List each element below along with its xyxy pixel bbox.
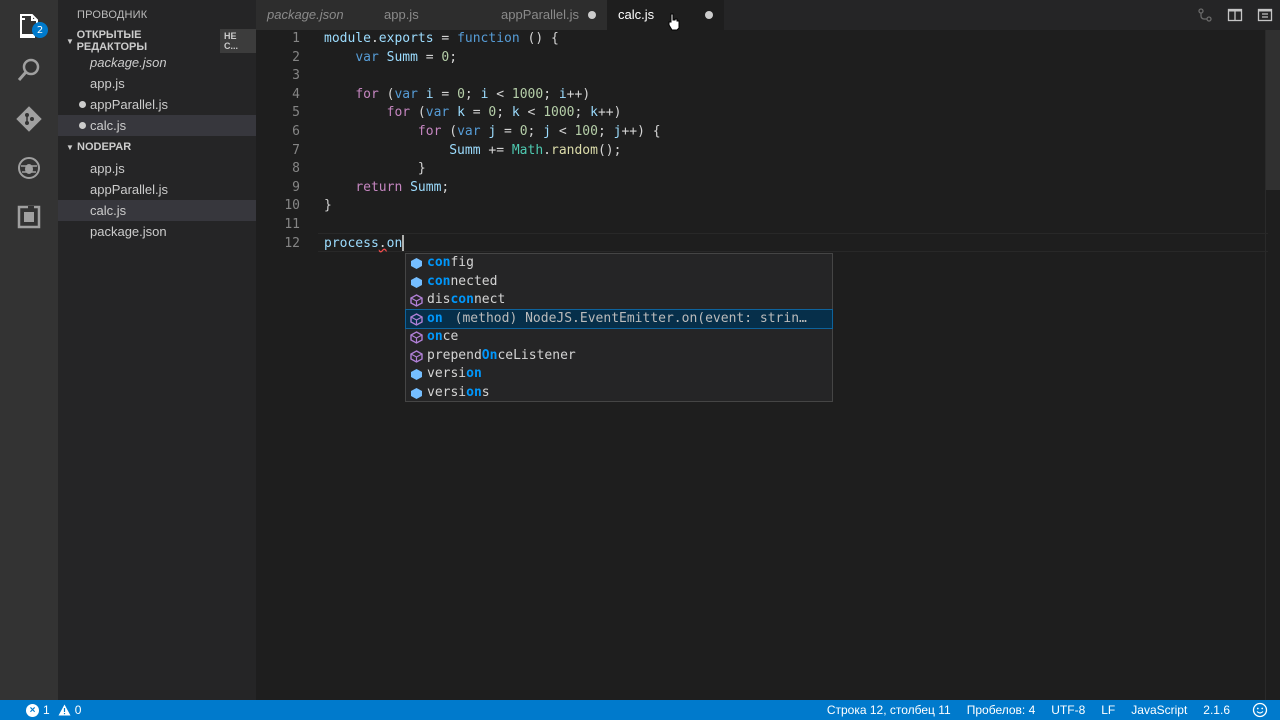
tab-label: package.json — [267, 7, 344, 22]
tab-label: app.js — [384, 7, 419, 22]
text-caret — [402, 235, 405, 252]
suggestion-item[interactable]: version — [406, 365, 832, 384]
tree-item-appparallel-js[interactable]: appParallel.js — [58, 179, 256, 200]
file-label: app.js — [90, 161, 125, 176]
suggestion-item[interactable]: disconnect — [406, 291, 832, 310]
editor-tabs: package.json app.js appParallel.js calc.… — [256, 0, 1280, 30]
activity-bar: 2 — [0, 0, 58, 700]
source-control-icon[interactable] — [0, 94, 58, 144]
status-bar: × 1 0 Строка 12, столбец 11 Пробелов: 4 … — [0, 700, 1280, 720]
method-icon — [410, 331, 423, 344]
suggestion-item-selected[interactable]: on (method) NodeJS.EventEmitter.on(event:… — [405, 308, 833, 329]
suggestion-item[interactable]: versions — [406, 384, 832, 403]
property-icon — [411, 276, 422, 288]
encoding[interactable]: UTF-8 — [1051, 700, 1085, 720]
feedback-smiley-icon[interactable] — [1252, 702, 1268, 718]
vertical-scrollbar[interactable] — [1266, 30, 1280, 190]
line-number: 12 — [284, 235, 300, 251]
error-icon: × — [26, 703, 39, 717]
open-editor-appparallel-js[interactable]: appParallel.js — [58, 94, 256, 115]
line-number: 8 — [292, 161, 300, 177]
property-icon — [411, 387, 422, 399]
debug-icon[interactable] — [0, 143, 58, 193]
vscode-window: 2 ПРОВОДНИК ▼ ОТКРЫТЫЕ РЕДАКТОРЫ НЕ С...… — [0, 0, 1280, 720]
file-label: appParallel.js — [90, 97, 169, 112]
suggestion-item[interactable]: once — [406, 328, 832, 347]
explorer-sidebar: ПРОВОДНИК ▼ ОТКРЫТЫЕ РЕДАКТОРЫ НЕ С... p… — [58, 0, 256, 700]
warning-count: 0 — [74, 703, 82, 717]
open-editor-package-json[interactable]: package.json — [58, 52, 256, 73]
suggestion-item[interactable]: connected — [406, 273, 832, 292]
suggestion-item[interactable]: config — [406, 254, 832, 273]
dirty-dot-icon — [79, 122, 86, 129]
extensions-icon[interactable] — [0, 192, 58, 242]
property-icon — [411, 258, 422, 269]
method-icon — [410, 294, 423, 307]
dirty-dot-icon[interactable] — [588, 11, 596, 19]
tab-calc-js[interactable]: calc.js — [607, 0, 724, 30]
project-folder-header[interactable]: ▼ NODEPAR — [58, 136, 256, 158]
project-folder-label: NODEPAR — [77, 141, 132, 153]
line-number: 10 — [284, 198, 300, 214]
hand-cursor-icon — [668, 13, 680, 31]
tree-item-package-json[interactable]: package.json — [58, 221, 256, 242]
line-number: 5 — [292, 105, 300, 121]
explorer-icon[interactable]: 2 — [0, 0, 58, 50]
open-editor-app-js[interactable]: app.js — [58, 73, 256, 94]
method-icon — [410, 349, 423, 363]
chevron-down-icon: ▼ — [66, 36, 74, 46]
file-label: package.json — [90, 55, 167, 70]
problems-indicator[interactable]: × 1 0 — [26, 700, 81, 720]
indentation[interactable]: Пробелов: 4 — [967, 700, 1036, 720]
line-number: 4 — [292, 86, 300, 102]
search-icon[interactable] — [0, 45, 58, 95]
language-mode[interactable]: JavaScript — [1131, 700, 1187, 720]
file-label: calc.js — [90, 118, 127, 133]
tree-item-calc-js[interactable]: calc.js — [58, 200, 256, 221]
suggest-widget: config connected disconnect on (method) N… — [405, 253, 833, 402]
line-number: 6 — [292, 124, 300, 139]
cursor-position[interactable]: Строка 12, столбец 11 — [827, 700, 951, 720]
line-number: 3 — [292, 68, 300, 84]
dirty-dot-icon — [79, 101, 86, 108]
tab-app-js[interactable]: app.js — [373, 0, 490, 30]
error-count: 1 — [43, 703, 50, 717]
tree-item-app-js[interactable]: app.js — [58, 158, 256, 179]
typescript-version[interactable]: 2.1.6 — [1203, 700, 1230, 720]
split-editor-icon[interactable] — [1220, 0, 1250, 30]
unsaved-count-badge: НЕ С... — [220, 29, 256, 53]
tab-label: appParallel.js — [501, 7, 580, 22]
open-changes-icon[interactable] — [1190, 0, 1220, 30]
open-editors-label: ОТКРЫТЫЕ РЕДАКТОРЫ — [76, 29, 148, 53]
suggestion-detail: (method) NodeJS.EventEmitter.on(event: s… — [454, 310, 807, 326]
line-number: 7 — [292, 142, 300, 158]
tab-label: calc.js — [618, 7, 655, 22]
more-actions-icon[interactable] — [1250, 0, 1280, 30]
property-icon — [411, 369, 422, 380]
tab-appparallel-js[interactable]: appParallel.js — [490, 0, 607, 30]
open-editor-calc-js[interactable]: calc.js — [58, 115, 256, 136]
current-line-highlight — [318, 233, 1268, 252]
file-label: appParallel.js — [90, 182, 169, 197]
line-number: 2 — [292, 49, 300, 65]
line-number: 1 — [292, 31, 300, 46]
warning-icon — [58, 704, 71, 716]
explorer-badge: 2 — [32, 22, 48, 38]
line-number: 9 — [292, 179, 300, 195]
file-label: package.json — [90, 224, 167, 239]
tab-package-json[interactable]: package.json — [256, 0, 373, 30]
sidebar-title: ПРОВОДНИК — [77, 9, 148, 21]
dirty-dot-icon[interactable] — [705, 11, 713, 19]
tab-actions — [1190, 0, 1280, 30]
chevron-down-icon: ▼ — [66, 142, 74, 152]
method-icon — [410, 312, 423, 326]
end-of-line[interactable]: LF — [1101, 700, 1115, 720]
file-label: calc.js — [90, 203, 127, 218]
file-label: app.js — [90, 76, 125, 91]
suggestion-item[interactable]: prependOnceListener — [406, 347, 832, 366]
open-editors-header[interactable]: ▼ ОТКРЫТЫЕ РЕДАКТОРЫ НЕ С... — [58, 29, 256, 53]
line-number: 11 — [284, 217, 300, 232]
